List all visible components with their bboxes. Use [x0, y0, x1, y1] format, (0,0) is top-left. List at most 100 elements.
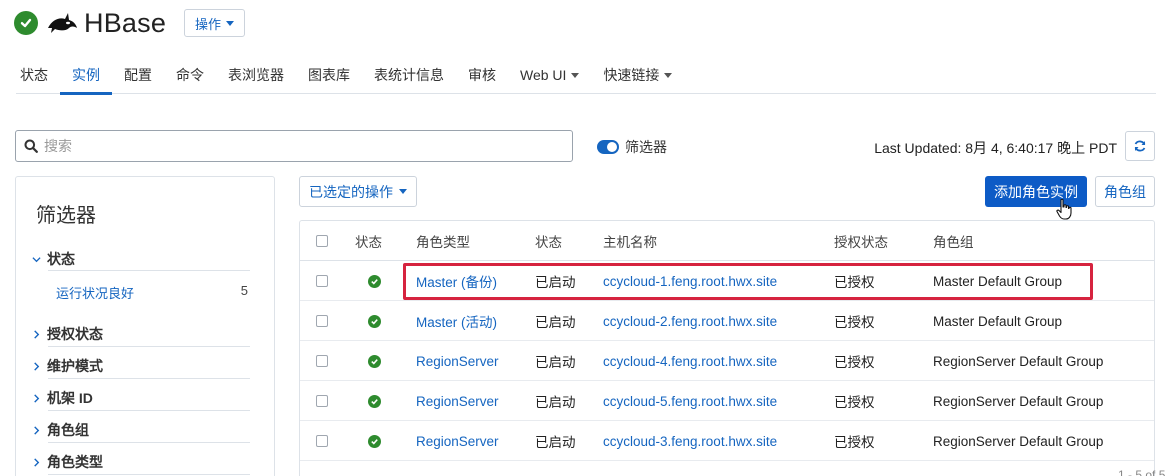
refresh-button[interactable]: [1125, 131, 1155, 161]
column-header-role-group[interactable]: 角色组: [933, 221, 974, 261]
chevron-down-icon: [664, 72, 673, 78]
divider: [48, 270, 250, 271]
selected-actions-dropdown[interactable]: 已选定的操作: [299, 176, 417, 207]
service-title: HBase: [84, 7, 167, 38]
chevron-down-icon: [399, 189, 407, 194]
tab-instances[interactable]: 实例: [60, 56, 112, 95]
filter-option-healthy[interactable]: 运行状况良好 5: [56, 283, 248, 302]
role-state: 已启动: [535, 315, 576, 330]
divider: [48, 346, 250, 347]
role-state: 已启动: [535, 435, 576, 450]
role-state: 已启动: [535, 355, 576, 370]
commission-state: 已授权: [834, 435, 875, 450]
tab-label: 命令: [176, 67, 204, 83]
operations-label: 操作: [195, 16, 222, 32]
tab-label: 配置: [124, 67, 152, 83]
role-group: RegionServer Default Group: [933, 433, 1104, 449]
filter-group-label: 授权状态: [47, 326, 103, 342]
filter-group-maintenance-mode[interactable]: 维护模式: [32, 356, 103, 376]
role-group: RegionServer Default Group: [933, 393, 1104, 409]
search-icon: [24, 139, 38, 153]
healthy-check-icon: [368, 394, 381, 408]
tab-configuration[interactable]: 配置: [112, 56, 164, 94]
search-box: [15, 130, 573, 162]
filter-option-label: 运行状况良好: [56, 286, 135, 301]
role-type-link[interactable]: Master (活动): [416, 301, 497, 341]
filter-group-role-type[interactable]: 角色类型: [32, 452, 103, 472]
filter-option-count: 5: [240, 283, 248, 298]
host-link[interactable]: ccycloud-3.feng.root.hwx.site: [603, 421, 777, 461]
tab-commands[interactable]: 命令: [164, 56, 216, 94]
commission-state: 已授权: [834, 395, 875, 410]
role-groups-button[interactable]: 角色组: [1095, 176, 1155, 207]
divider: [48, 474, 250, 475]
tab-web-ui[interactable]: Web UI: [508, 56, 591, 94]
filter-group-label: 状态: [47, 251, 75, 267]
column-header-role-type[interactable]: 角色类型: [416, 221, 470, 261]
tab-label: Web UI: [520, 67, 567, 83]
role-instances-table: 状态 角色类型 状态 主机名称 授权状态 角色组 Master (备份) 已启动…: [299, 220, 1155, 476]
tab-label: 快速链接: [603, 67, 660, 83]
commission-state: 已授权: [834, 315, 875, 330]
divider: [48, 442, 250, 443]
operations-dropdown-button[interactable]: 操作: [184, 9, 246, 37]
tab-label: 实例: [72, 67, 100, 83]
chevron-right-icon: [34, 393, 40, 403]
host-link[interactable]: ccycloud-5.feng.root.hwx.site: [603, 381, 777, 421]
table-row: RegionServer 已启动 ccycloud-3.feng.root.hw…: [300, 421, 1154, 461]
tab-label: 表统计信息: [374, 67, 444, 83]
chevron-down-icon: [226, 20, 235, 26]
chevron-right-icon: [34, 361, 40, 371]
role-type-link[interactable]: RegionServer: [416, 341, 499, 381]
divider: [48, 410, 250, 411]
search-input[interactable]: [44, 138, 544, 154]
row-checkbox[interactable]: [316, 275, 328, 287]
tab-quick-links[interactable]: 快速链接: [591, 56, 684, 94]
filter-toggle-label: 筛选器: [625, 139, 667, 155]
tab-label: 表浏览器: [228, 67, 284, 83]
refresh-icon: [1134, 140, 1146, 152]
host-link[interactable]: ccycloud-2.feng.root.hwx.site: [603, 301, 777, 341]
annotation-highlight-box: [403, 263, 1093, 300]
filter-group-status[interactable]: 状态: [32, 249, 75, 269]
selected-actions-label: 已选定的操作: [309, 183, 393, 200]
filter-toggle[interactable]: 筛选器: [597, 137, 667, 157]
select-all-checkbox[interactable]: [316, 235, 328, 247]
host-link[interactable]: ccycloud-4.feng.root.hwx.site: [603, 341, 777, 381]
column-header-host[interactable]: 主机名称: [603, 221, 657, 261]
tab-audit[interactable]: 审核: [456, 56, 508, 94]
row-checkbox[interactable]: [316, 355, 328, 367]
chevron-down-icon: [32, 256, 41, 262]
column-header-commission-state[interactable]: 授权状态: [834, 221, 888, 261]
filter-group-commission-state[interactable]: 授权状态: [32, 324, 103, 344]
hand-pointer-cursor-icon: [1056, 198, 1072, 220]
healthy-check-icon: [368, 354, 381, 368]
filter-group-label: 角色组: [47, 422, 89, 438]
row-checkbox[interactable]: [316, 395, 328, 407]
toggle-switch-icon[interactable]: [597, 140, 619, 154]
healthy-check-icon: [368, 314, 381, 328]
column-header-health[interactable]: 状态: [355, 221, 382, 261]
filter-group-rack-id[interactable]: 机架 ID: [32, 388, 93, 408]
commission-state: 已授权: [834, 355, 875, 370]
tab-chart-library[interactable]: 图表库: [296, 56, 362, 94]
tab-table-browser[interactable]: 表浏览器: [216, 56, 296, 94]
hbase-orca-logo-icon: [48, 13, 77, 33]
last-updated-text: Last Updated: 8月 4, 6:40:17 晚上 PDT: [874, 140, 1117, 156]
service-tabs: 状态 实例 配置 命令 表浏览器 图表库 表统计信息 审核 Web UI 快速链…: [16, 56, 1156, 95]
role-type-link[interactable]: RegionServer: [416, 421, 499, 461]
row-checkbox[interactable]: [316, 435, 328, 447]
role-state: 已启动: [535, 395, 576, 410]
healthy-check-icon: [368, 274, 381, 288]
column-header-state[interactable]: 状态: [535, 221, 562, 261]
service-healthy-icon: [14, 11, 38, 35]
filter-group-role-group[interactable]: 角色组: [32, 420, 89, 440]
chevron-down-icon: [571, 72, 580, 78]
filter-group-label: 维护模式: [47, 358, 103, 374]
healthy-check-icon: [368, 434, 381, 448]
tab-table-statistics[interactable]: 表统计信息: [362, 56, 456, 94]
role-group: Master Default Group: [933, 313, 1063, 329]
tab-status[interactable]: 状态: [16, 56, 60, 94]
role-type-link[interactable]: RegionServer: [416, 381, 499, 421]
row-checkbox[interactable]: [316, 315, 328, 327]
